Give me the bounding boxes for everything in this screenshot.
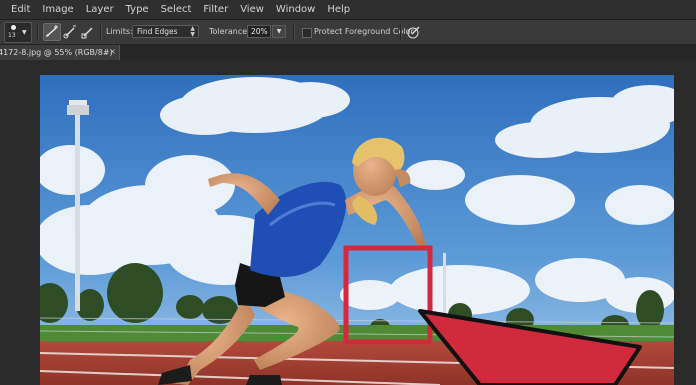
sampling-background-swatch-icon[interactable] [80, 24, 96, 40]
brush-size-value: 13 [8, 32, 16, 39]
divider [293, 24, 295, 40]
menu-help[interactable]: Help [327, 4, 350, 15]
divider [37, 24, 39, 40]
updown-arrow-icon: ▲ ▼ [190, 25, 195, 38]
options-bar: 13 ▼ Limits: Find Edges ▲ ▼ Tolerance: 20… [0, 20, 696, 45]
menu-select[interactable]: Select [161, 4, 192, 15]
limits-dropdown[interactable]: Find Edges ▲ ▼ [132, 25, 199, 38]
close-icon[interactable]: × [109, 47, 116, 56]
brush-preset-picker[interactable]: 13 ▼ [4, 22, 32, 43]
divider [400, 24, 402, 40]
divider [100, 24, 102, 40]
tolerance-dropdown-button[interactable]: ▼ [272, 25, 286, 38]
chevron-down-icon: ▼ [276, 28, 282, 35]
tolerance-input[interactable]: 20% [247, 25, 271, 38]
document-tab-bar: 4172-8.jpg @ 55% (RGB/8#) × [0, 45, 696, 60]
menu-window[interactable]: Window [276, 4, 315, 15]
protect-foreground-checkbox[interactable] [302, 28, 312, 38]
chevron-down-icon: ▼ [22, 29, 27, 36]
sampling-once-icon[interactable] [62, 24, 78, 40]
menu-bar: Edit Image Layer Type Select Filter View… [0, 0, 696, 20]
tolerance-label: Tolerance: [209, 27, 250, 36]
limits-dropdown-value: Find Edges [137, 27, 178, 36]
menu-image[interactable]: Image [42, 4, 73, 15]
pressure-pen-icon[interactable] [406, 24, 422, 40]
tolerance-value: 20% [251, 27, 268, 36]
document-tab[interactable]: 4172-8.jpg @ 55% (RGB/8#) × [0, 45, 120, 60]
brush-tip-icon [11, 25, 16, 30]
limits-label: Limits: [106, 27, 133, 36]
menu-layer[interactable]: Layer [86, 4, 114, 15]
menu-type[interactable]: Type [126, 4, 149, 15]
photo-canvas[interactable] [40, 75, 674, 385]
sampling-continuous-icon[interactable] [43, 23, 61, 41]
protect-foreground-label: Protect Foreground Color [314, 27, 414, 36]
menu-filter[interactable]: Filter [203, 4, 228, 15]
document-tab-title: 4172-8.jpg @ 55% (RGB/8#) [0, 48, 113, 57]
menu-edit[interactable]: Edit [11, 4, 30, 15]
sprinter-photo [40, 75, 674, 385]
light-pole-far [443, 253, 446, 323]
menu-view[interactable]: View [240, 4, 264, 15]
